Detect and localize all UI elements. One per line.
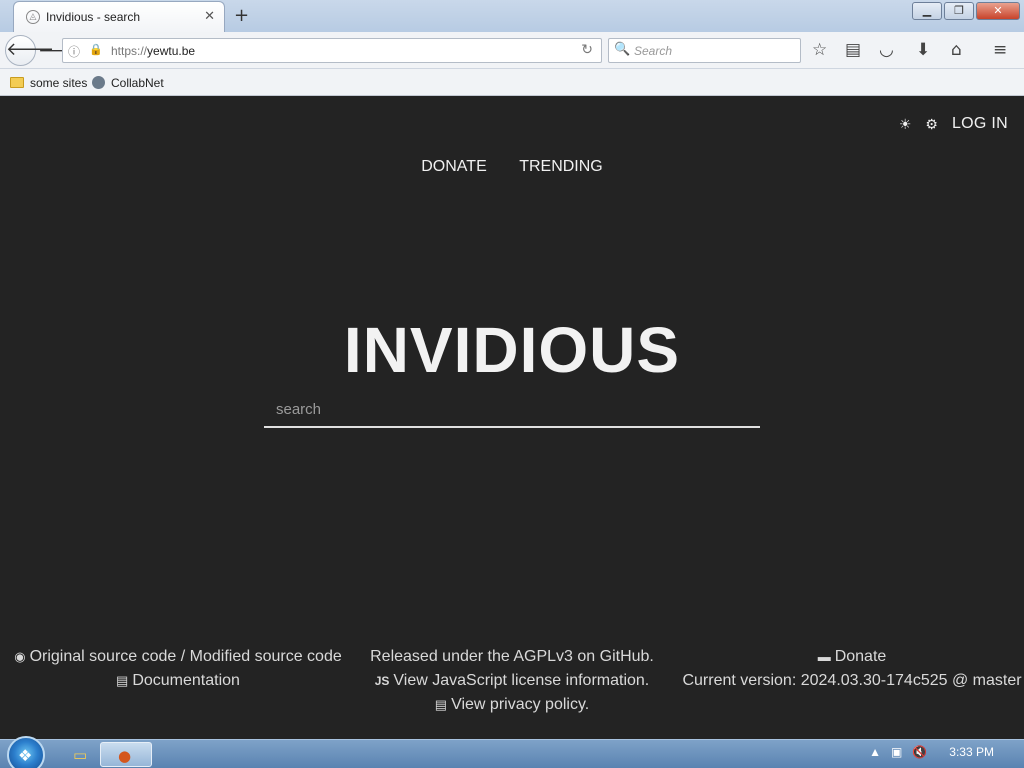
footer-donate-link[interactable]: ▬ Donate bbox=[682, 645, 1022, 669]
js-license-link[interactable]: JS View JavaScript license information. bbox=[362, 669, 662, 693]
url-scheme: https:// bbox=[111, 44, 148, 58]
privacy-text: View privacy policy. bbox=[451, 696, 590, 713]
trending-link[interactable]: TRENDING bbox=[519, 158, 603, 176]
url-host: yewtu.be bbox=[147, 44, 196, 58]
browser-tab[interactable]: ◬ Invidious - search ✕ bbox=[13, 1, 225, 32]
js-license-text: View JavaScript license information. bbox=[393, 672, 650, 689]
book-icon: ▤ bbox=[116, 673, 129, 688]
url-text[interactable]: https://yewtu.be bbox=[111, 44, 195, 58]
bookmark-label: some sites bbox=[30, 76, 88, 90]
start-button[interactable]: ❖ bbox=[7, 736, 45, 768]
bookmarks-toolbar: some sites CollabNet bbox=[0, 69, 1024, 96]
footer-middle: Released under the AGPLv3 on GitHub. JS V… bbox=[362, 645, 662, 717]
browser-search-field[interactable]: 🔍 Search bbox=[608, 38, 801, 63]
back-button[interactable]: 🡐 bbox=[5, 35, 54, 66]
close-window-button[interactable]: ✕ bbox=[976, 2, 1020, 20]
address-bar[interactable]: ⓘ 🔒 https://yewtu.be ↻ bbox=[62, 38, 602, 63]
documentation-text: Documentation bbox=[132, 672, 240, 689]
restore-button[interactable]: ❐ bbox=[944, 2, 974, 20]
invidious-page: ☀ ⚙ LOG IN DONATE TRENDING INVIDIOUS ◉Or… bbox=[0, 97, 1024, 739]
close-tab-icon[interactable]: ✕ bbox=[204, 9, 215, 24]
source-code-link[interactable]: ◉ Original source code / Modified source … bbox=[8, 645, 348, 669]
home-icon[interactable]: ⌂ bbox=[951, 40, 962, 60]
sun-icon[interactable]: ☀ bbox=[899, 116, 912, 133]
pocket-icon[interactable]: ◡ bbox=[879, 40, 894, 60]
system-tray: ▲ ▣ 🔇 3:33 PM bbox=[869, 745, 1014, 759]
privacy-link[interactable]: ▤ View privacy policy. bbox=[362, 693, 662, 717]
globe-icon bbox=[92, 76, 105, 89]
bookmark-star-icon[interactable]: ☆ bbox=[812, 40, 827, 60]
main-nav: DONATE TRENDING bbox=[0, 158, 1024, 176]
volume-muted-icon[interactable]: 🔇 bbox=[912, 745, 927, 759]
search-box bbox=[264, 393, 760, 428]
footer-right: ▬ Donate Current version: 2024.03.30-174c… bbox=[682, 645, 1022, 693]
search-placeholder: Search bbox=[634, 44, 673, 58]
downloads-icon[interactable]: ⬇ bbox=[916, 40, 930, 60]
search-input[interactable] bbox=[264, 393, 760, 426]
search-engine-icon[interactable]: 🔍 bbox=[614, 42, 630, 57]
browser-titlebar: ◬ Invidious - search ✕ + ▁ ❐ ✕ bbox=[0, 0, 1024, 32]
invidious-icon: ◬ bbox=[26, 10, 40, 24]
tab-title: Invidious - search bbox=[46, 10, 141, 24]
license-text[interactable]: Released under the AGPLv3 on GitHub. bbox=[362, 645, 662, 669]
user-controls: ☀ ⚙ LOG IN bbox=[899, 115, 1008, 133]
show-hidden-icons[interactable]: ▲ bbox=[869, 745, 881, 759]
login-link[interactable]: LOG IN bbox=[952, 115, 1008, 133]
window-controls: ▁ ❐ ✕ bbox=[912, 2, 1020, 20]
documentation-link[interactable]: ▤ Documentation bbox=[8, 669, 348, 693]
folder-icon: ▭ bbox=[73, 746, 88, 764]
taskbar-firefox[interactable]: ● bbox=[100, 742, 152, 767]
firefox-icon: ● bbox=[118, 747, 132, 765]
js-badge: JS bbox=[374, 674, 390, 688]
github-icon: ◉ bbox=[14, 649, 26, 664]
folder-icon bbox=[10, 77, 24, 88]
new-tab-button[interactable]: + bbox=[234, 5, 249, 26]
wallet-icon: ▬ bbox=[817, 649, 831, 664]
bookmark-collabnet[interactable]: CollabNet bbox=[92, 76, 164, 90]
donate-link[interactable]: DONATE bbox=[421, 158, 486, 176]
source-code-text: Original source code / Modified source c… bbox=[29, 648, 342, 665]
footer-donate-text: Donate bbox=[834, 648, 887, 665]
info-icon[interactable]: ⓘ bbox=[68, 43, 80, 60]
bookmark-label: CollabNet bbox=[111, 76, 164, 90]
browser-toolbar: 🡐 🡒 ⓘ 🔒 https://yewtu.be ↻ 🔍 Search ☆ ▤ … bbox=[0, 32, 1024, 69]
taskbar: ❖ ▭ ● ▲ ▣ 🔇 3:33 PM bbox=[0, 736, 1024, 768]
reload-icon[interactable]: ↻ bbox=[581, 42, 593, 58]
network-icon[interactable]: ▣ bbox=[891, 745, 902, 759]
lock-icon[interactable]: 🔒 bbox=[89, 43, 103, 56]
reading-list-icon[interactable]: ▤ bbox=[845, 40, 861, 60]
minimize-button[interactable]: ▁ bbox=[912, 2, 942, 20]
bookmark-some-sites[interactable]: some sites bbox=[10, 76, 87, 90]
gear-icon[interactable]: ⚙ bbox=[925, 116, 938, 133]
document-icon: ▤ bbox=[434, 697, 448, 712]
site-logo: INVIDIOUS bbox=[343, 314, 681, 386]
clock[interactable]: 3:33 PM bbox=[949, 745, 994, 759]
menu-icon[interactable]: ≡ bbox=[993, 40, 1007, 60]
version-text: Current version: 2024.03.30-174c525 @ ma… bbox=[682, 672, 1022, 689]
footer-left: ◉ Original source code / Modified source … bbox=[8, 645, 348, 693]
windows-logo-icon: ❖ bbox=[18, 746, 33, 765]
